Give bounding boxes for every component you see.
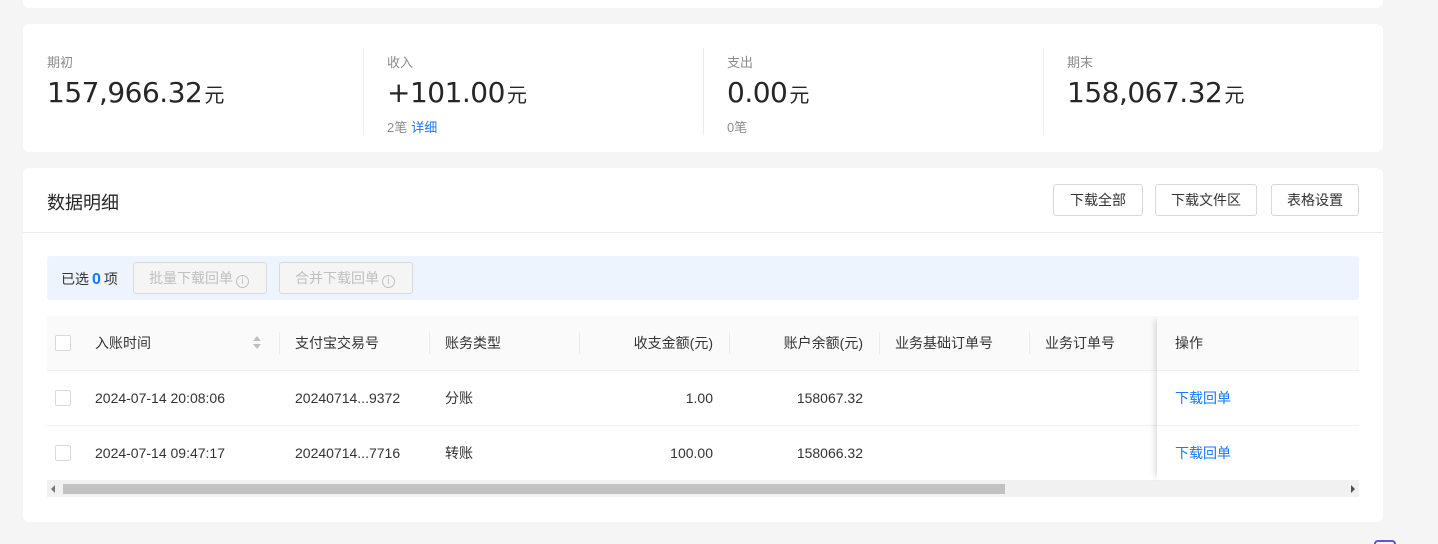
merge-download-label: 合并下载回单 [295,270,379,286]
select-all-checkbox[interactable] [55,335,71,351]
scrollbar-thumb[interactable] [63,484,1005,494]
stat-expense-label: 支出 [727,55,754,70]
floating-assistant-icon[interactable] [1374,540,1396,544]
column-header-action: 操作 [1175,335,1203,351]
row-checkbox[interactable] [55,445,71,461]
sort-icon[interactable] [253,336,261,350]
divider [1043,48,1044,135]
column-divider [1029,332,1030,354]
column-header-trade-no: 支付宝交易号 [295,335,379,351]
column-header-time[interactable]: 入账时间 [95,316,151,371]
header-divider [23,232,1383,233]
stat-income-sub: 2笔 详细 [387,117,437,136]
stat-income-amount: +101.00 [387,76,505,109]
table-row: 2024-07-14 09:47:17 20240714...7716 转账 1… [47,426,1359,481]
section-title: 数据明细 [47,193,119,213]
info-icon: i [382,275,395,288]
stat-closing-unit: 元 [1224,83,1244,107]
balance-summary-card: 期初 157,966.32 元 收入 +101.00 元 2笔 详细 支出 0.00 元… [23,24,1383,152]
selection-count-text: 已选 0 项 [61,269,118,289]
cell-amount: 100.00 [670,445,713,461]
cell-amount: 1.00 [685,390,713,406]
scroll-left-arrow-icon[interactable] [51,485,55,493]
stat-opening-label: 期初 [47,55,74,70]
merge-download-button[interactable]: 合并下载回单 i [279,262,413,294]
column-header-type: 账务类型 [445,335,501,351]
stat-expense-count: 0笔 [727,120,748,135]
stat-opening-amount: 157,966.32 [47,76,203,109]
horizontal-scrollbar[interactable] [47,481,1359,497]
column-divider [279,332,280,354]
column-divider [429,332,430,354]
column-header-balance: 账户余额(元) [783,335,863,351]
stat-closing-label: 期末 [1067,55,1094,70]
batch-download-button[interactable]: 批量下载回单 i [133,262,267,294]
download-files-button[interactable]: 下载文件区 [1155,184,1257,216]
row-checkbox[interactable] [55,390,71,406]
table-header: 入账时间 支付宝交易号 账务类型 收支金额(元) 账户余额(元) 业务基础订单号… [47,316,1359,371]
cell-balance: 158066.32 [796,445,863,461]
stat-income-value: +101.00 元 [387,76,527,109]
download-receipt-link[interactable]: 下载回单 [1175,371,1231,426]
column-header-amount: 收支金额(元) [633,335,713,351]
stat-income-count: 2笔 [387,120,408,135]
stat-closing-value: 158,067.32 元 [1067,76,1244,109]
table-row: 2024-07-14 20:08:06 20240714...9372 分账 1… [47,371,1359,426]
stat-income-unit: 元 [506,83,527,107]
column-divider [879,332,880,354]
income-detail-link[interactable]: 详细 [411,120,437,135]
selection-bar: 已选 0 项 批量下载回单 i 合并下载回单 i [47,256,1359,300]
selection-prefix: 已选 [61,271,89,287]
stat-closing-amount: 158,067.32 [1067,76,1223,109]
cell-trade-no: 20240714...9372 [295,390,401,406]
divider [703,48,704,135]
stat-expense-value: 0.00 元 [727,76,809,109]
scroll-right-arrow-icon[interactable] [1351,485,1355,493]
detail-table: 入账时间 支付宝交易号 账务类型 收支金额(元) 账户余额(元) 业务基础订单号… [47,316,1359,481]
cell-type: 分账 [445,390,473,406]
selection-count: 0 [92,271,101,288]
download-receipt-link[interactable]: 下载回单 [1175,426,1231,481]
top-card-edge [23,0,1383,8]
stat-income-label: 收入 [387,55,414,70]
cell-time: 2024-07-14 09:47:17 [95,445,225,461]
divider [363,48,364,135]
stat-expense-unit: 元 [789,83,809,107]
selection-suffix: 项 [103,271,118,287]
stat-opening-unit: 元 [204,83,224,107]
stat-expense-amount: 0.00 [727,76,788,109]
download-all-button[interactable]: 下载全部 [1053,184,1143,216]
column-header-base-order: 业务基础订单号 [895,335,993,351]
cell-type: 转账 [445,445,473,461]
cell-balance: 158067.32 [796,390,863,406]
table-settings-button[interactable]: 表格设置 [1271,184,1359,216]
cell-time: 2024-07-14 20:08:06 [95,390,225,406]
stat-opening-value: 157,966.32 元 [47,76,224,109]
cell-trade-no: 20240714...7716 [295,445,401,461]
batch-download-label: 批量下载回单 [149,270,233,286]
data-detail-card: 数据明细 下载全部 下载文件区 表格设置 已选 0 项 批量下载回单 i 合并下载回单… [23,168,1383,522]
info-icon: i [236,275,249,288]
column-header-order: 业务订单号 [1045,335,1115,351]
